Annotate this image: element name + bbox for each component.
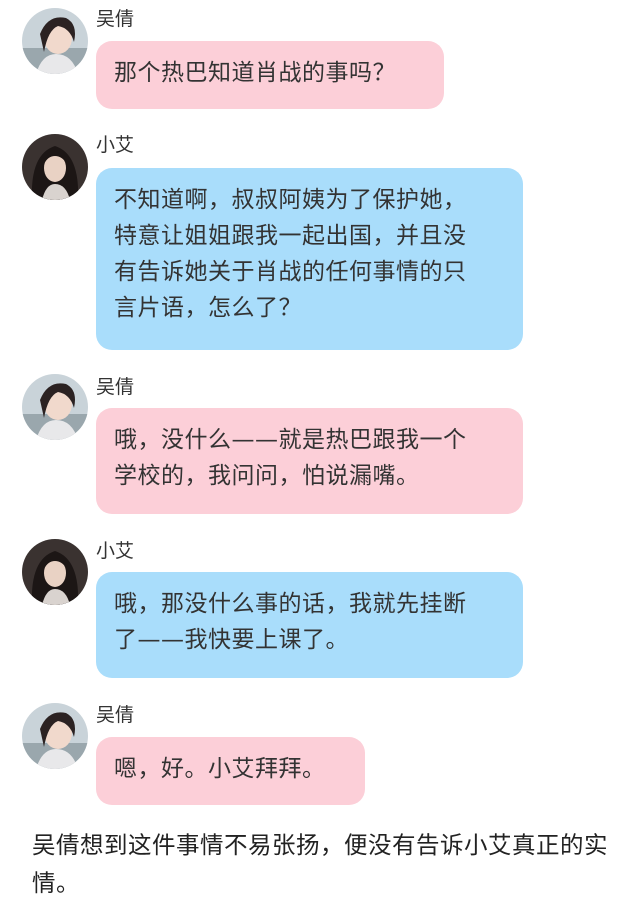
avatar-wuqian-icon[interactable]	[22, 374, 88, 440]
message-bubble[interactable]: 不知道啊，叔叔阿姨为了保护她， 特意让姐姐跟我一起出国，并且没 有告诉她关于肖战…	[96, 168, 523, 350]
avatar-xiaoai-icon[interactable]	[22, 539, 88, 605]
sender-name: 小艾	[96, 134, 135, 156]
sender-name: 小艾	[96, 540, 135, 562]
message-bubble[interactable]: 哦，那没什么事的话，我就先挂断 了——我快要上课了。	[96, 572, 523, 678]
avatar-wuqian-icon[interactable]	[22, 8, 88, 74]
message-bubble[interactable]: 哦，没什么——就是热巴跟我一个 学校的，我问问，怕说漏嘴。	[96, 408, 523, 514]
sender-name: 吴倩	[96, 8, 135, 30]
message-bubble[interactable]: 那个热巴知道肖战的事吗？	[96, 41, 444, 109]
chat-message: 吴倩 嗯，好。小艾拜拜。	[0, 700, 640, 810]
chat-message: 小艾 哦，那没什么事的话，我就先挂断 了——我快要上课了。	[0, 538, 640, 688]
chat-message: 小艾 不知道啊，叔叔阿姨为了保护她， 特意让姐姐跟我一起出国，并且没 有告诉她关…	[0, 120, 640, 360]
narration-text: 吴倩想到这件事情不易张扬，便没有告诉小艾真正的实情。	[32, 831, 608, 897]
chat-message: 吴倩 那个热巴知道肖战的事吗？	[0, 0, 640, 120]
chat-message: 吴倩 哦，没什么——就是热巴跟我一个 学校的，我问问，怕说漏嘴。	[0, 372, 640, 522]
sender-name: 吴倩	[96, 376, 135, 398]
avatar-xiaoai-icon[interactable]	[22, 134, 88, 200]
sender-name: 吴倩	[96, 704, 135, 726]
avatar-wuqian-icon[interactable]	[22, 703, 88, 769]
message-bubble[interactable]: 嗯，好。小艾拜拜。	[96, 737, 365, 805]
